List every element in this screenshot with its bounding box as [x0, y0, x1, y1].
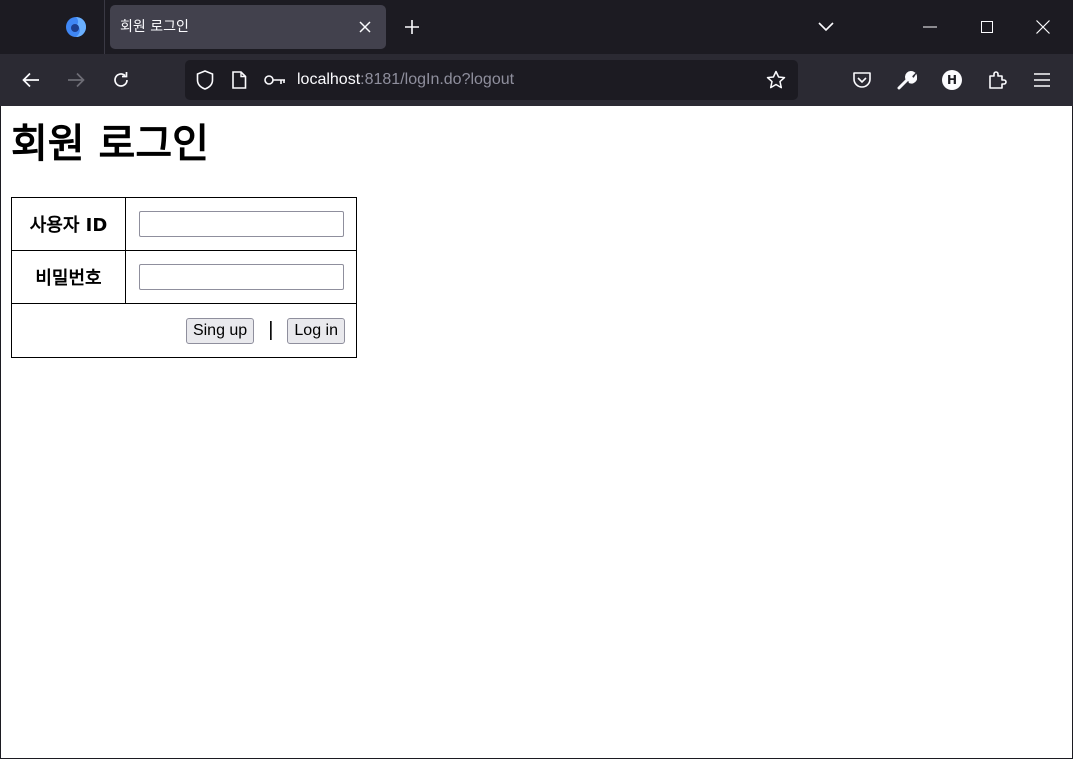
url-path: :8181/logIn.do?logout [360, 71, 515, 88]
back-arrow-icon[interactable] [17, 66, 45, 94]
minimize-icon[interactable] [916, 13, 944, 41]
tab-title: 회원 로그인 [120, 19, 189, 35]
new-tab-plus-icon[interactable] [400, 15, 424, 39]
login-button[interactable]: Log in [287, 317, 345, 344]
tab-strip: 회원 로그인 [0, 0, 1073, 54]
address-bar[interactable]: localhost:8181/logIn.do?logout [185, 60, 798, 100]
shield-icon[interactable] [195, 70, 215, 90]
login-form-table: 사용자 ID 비밀번호 Sing up | Log in [11, 197, 357, 358]
url-text[interactable]: localhost:8181/logIn.do?logout [297, 70, 514, 90]
extensions-puzzle-icon[interactable] [983, 66, 1011, 94]
user-id-label: 사용자 ID [11, 197, 126, 251]
bookmark-star-icon[interactable] [766, 70, 786, 90]
page-document-icon[interactable] [229, 70, 249, 90]
password-input[interactable] [139, 264, 344, 290]
password-row: 비밀번호 [11, 250, 357, 304]
user-id-row: 사용자 ID [11, 197, 357, 251]
window-close-icon[interactable] [1029, 13, 1057, 41]
pocket-icon[interactable] [848, 66, 876, 94]
navigation-toolbar: localhost:8181/logIn.do?logout H [0, 54, 1073, 106]
list-all-tabs-chevron-icon[interactable] [814, 15, 838, 39]
close-tab-icon[interactable] [356, 18, 374, 36]
active-tab[interactable]: 회원 로그인 [110, 5, 386, 49]
profile-avatar[interactable]: H [938, 66, 966, 94]
key-permissions-icon[interactable] [263, 70, 287, 90]
user-id-input[interactable] [139, 211, 344, 237]
page-content: 회원 로그인 사용자 ID 비밀번호 Sing up | Log in [1, 106, 1072, 758]
profile-initial: H [946, 73, 958, 87]
firefox-logo-icon[interactable] [62, 13, 90, 41]
hamburger-menu-icon[interactable] [1028, 66, 1056, 94]
actions-cell: Sing up | Log in [11, 303, 357, 358]
maximize-icon[interactable] [973, 13, 1001, 41]
browser-window: 회원 로그인 localhost:8181/logIn.do?logout H … [0, 0, 1073, 759]
password-cell [125, 250, 357, 304]
wrench-tools-icon[interactable] [893, 66, 921, 94]
page-title: 회원 로그인 [11, 121, 209, 167]
button-separator: | [268, 319, 274, 341]
actions-row: Sing up | Log in [11, 303, 357, 358]
reload-icon[interactable] [107, 66, 135, 94]
url-host: localhost [297, 71, 361, 88]
password-label: 비밀번호 [11, 250, 126, 304]
user-id-cell [125, 197, 357, 251]
tab-separator [104, 0, 105, 54]
forward-arrow-icon[interactable] [62, 66, 90, 94]
signup-button[interactable]: Sing up [185, 317, 255, 344]
